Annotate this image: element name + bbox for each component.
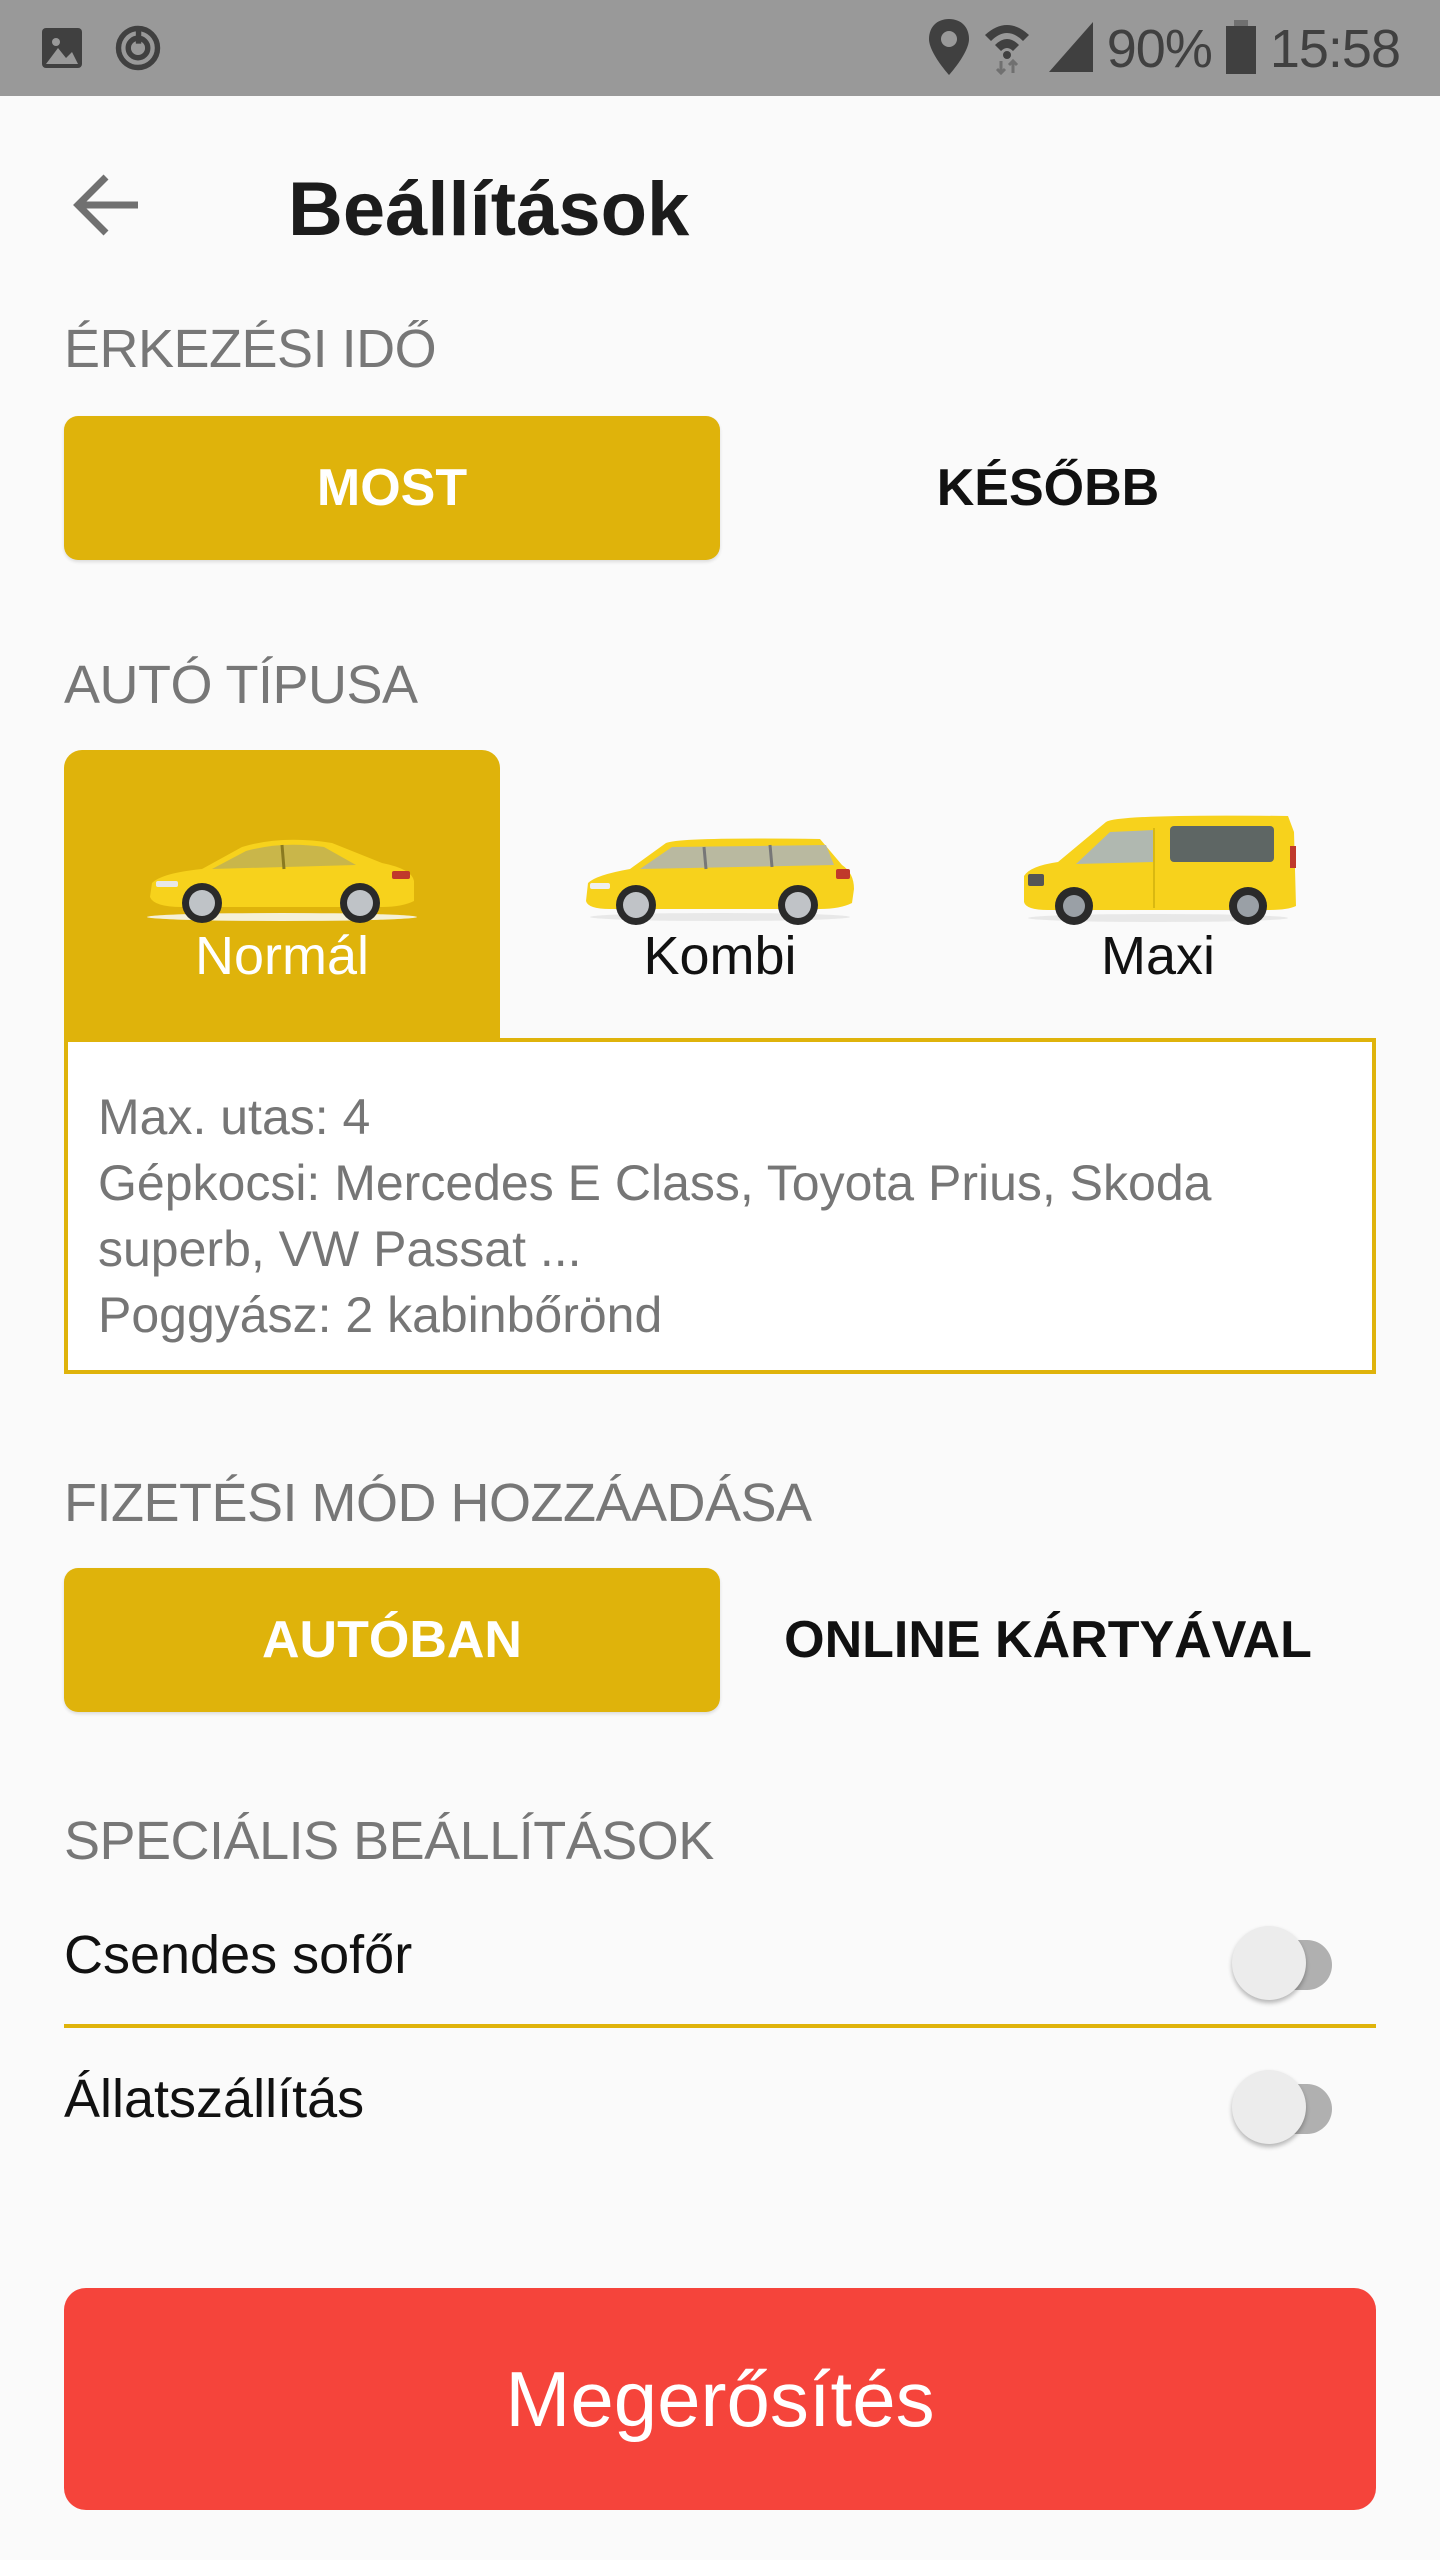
- wifi-icon: [983, 19, 1031, 80]
- sync-icon: [112, 22, 164, 79]
- image-icon: [38, 24, 86, 77]
- car-type-kombi-label: Kombi: [643, 926, 797, 986]
- signal-icon: [1045, 21, 1093, 77]
- car-type-maxi-label: Maxi: [1100, 926, 1215, 986]
- app-header: Beállítások: [0, 96, 1440, 326]
- arrival-now-button[interactable]: MOST: [64, 416, 720, 560]
- divider: [64, 2024, 1376, 2028]
- car-type-kombi[interactable]: Kombi: [502, 750, 938, 1040]
- location-icon: [928, 18, 969, 80]
- van-car-icon: [940, 800, 1376, 925]
- pay-online-card-button[interactable]: ONLINE KÁRTYÁVAL: [720, 1568, 1376, 1712]
- car-type-selector: Normál Kombi Maxi: [64, 750, 1376, 1040]
- quiet-driver-label: Csendes sofőr: [64, 1925, 413, 1985]
- toggle-thumb: [1232, 1926, 1306, 2000]
- payment-method-label: FIZETÉSI MÓD HOZZÁADÁSA: [64, 1473, 812, 1533]
- pet-transport-label: Állatszállítás: [64, 2069, 365, 2129]
- battery-icon: [1225, 19, 1256, 79]
- max-passengers: Max. utas: 4: [98, 1089, 371, 1145]
- station-wagon-car-icon: [502, 800, 938, 925]
- battery-percent: 90%: [1106, 19, 1213, 79]
- arrow-left-icon: [73, 174, 138, 236]
- status-bar-left: [38, 22, 164, 79]
- arrival-later-button[interactable]: KÉSŐBB: [720, 416, 1376, 560]
- pet-transport-toggle[interactable]: [1232, 2064, 1332, 2144]
- payment-method-selector: AUTÓBAN ONLINE KÁRTYÁVAL: [64, 1568, 1376, 1712]
- back-button[interactable]: [62, 170, 152, 240]
- luggage: Poggyász: 2 kabinbőrönd: [98, 1287, 663, 1343]
- confirm-button[interactable]: Megerősítés: [64, 2288, 1376, 2510]
- status-bar-right: 90% 15:58: [928, 14, 1401, 84]
- special-settings-label: SPECIÁLIS BEÁLLÍTÁSOK: [64, 1811, 714, 1871]
- quiet-driver-row: Csendes sofőr: [64, 1890, 1376, 2020]
- pay-in-car-button[interactable]: AUTÓBAN: [64, 1568, 720, 1712]
- pet-transport-row: Állatszállítás: [64, 2034, 1376, 2164]
- toggle-thumb: [1232, 2070, 1306, 2144]
- car-type-label: AUTÓ TÍPUSA: [64, 655, 418, 715]
- car-type-maxi[interactable]: Maxi: [940, 750, 1376, 1040]
- page-title: Beállítások: [288, 167, 690, 252]
- car-type-details: Max. utas: 4 Gépkocsi: Mercedes E Class,…: [64, 1038, 1376, 1374]
- car-type-normal-label: Normál: [194, 926, 370, 986]
- car-models: Gépkocsi: Mercedes E Class, Toyota Prius…: [98, 1155, 1212, 1277]
- status-bar: 90% 15:58: [0, 0, 1440, 96]
- arrival-time-label: ÉRKEZÉSI IDŐ: [64, 319, 437, 379]
- quiet-driver-toggle[interactable]: [1232, 1920, 1332, 2000]
- arrival-time-selector: MOST KÉSŐBB: [64, 416, 1376, 560]
- clock: 15:58: [1269, 19, 1401, 79]
- sedan-car-icon: [64, 800, 500, 925]
- car-type-normal[interactable]: Normál: [64, 750, 500, 1040]
